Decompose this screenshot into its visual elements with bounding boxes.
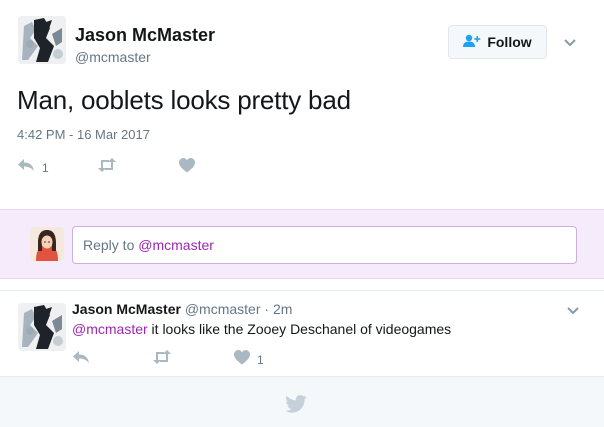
reply-author-handle[interactable]: @mcmaster [185,301,261,317]
reply-header: Jason McMaster @mcmaster · 2m [72,301,292,317]
author-avatar[interactable] [18,16,66,64]
reply-author-avatar[interactable] [18,303,66,351]
reply-separator: · [260,301,273,317]
reply-reply-button[interactable] [72,350,97,369]
reply-composer: Reply to @mcmaster [0,209,604,279]
chevron-down-icon[interactable] [563,35,577,53]
reply-tweet[interactable]: Jason McMaster @mcmaster · 2m @mcmaster … [0,290,604,377]
reply-icon [72,350,90,369]
reply-retweet-button[interactable] [152,350,179,369]
reply-icon [17,158,35,177]
reply-placeholder-mention: @mcmaster [138,237,214,253]
reply-mention-link[interactable]: @mcmaster [72,321,148,337]
reply-body: it looks like the Zooey Deschanel of vid… [147,321,452,337]
conversation-footer [0,376,604,427]
follow-label: Follow [487,34,532,50]
reply-like-count: 1 [257,353,264,367]
twitter-bird-icon [285,395,307,418]
reply-author-name[interactable]: Jason McMaster [72,301,181,317]
reply-button[interactable]: 1 [17,158,49,177]
user-avatar[interactable] [30,227,64,261]
author-name[interactable]: Jason McMaster [75,25,215,46]
reply-time[interactable]: 2m [273,301,292,317]
retweet-icon [97,158,117,177]
like-button[interactable] [179,158,202,178]
heart-icon [234,350,250,370]
author-handle[interactable]: @mcmaster [75,49,151,65]
main-tweet: Jason McMaster @mcmaster Follow Man, oob… [0,0,604,209]
heart-icon [179,158,195,178]
reply-input[interactable]: Reply to @mcmaster [72,226,577,264]
reply-text: @mcmaster it looks like the Zooey Descha… [72,321,451,337]
tweet-text: Man, ooblets looks pretty bad [17,85,351,115]
reply-count: 1 [42,160,49,175]
reply-placeholder-prefix: Reply to [83,237,139,253]
tweet-timestamp[interactable]: 4:42 PM - 16 Mar 2017 [17,127,150,142]
follow-button[interactable]: Follow [448,25,547,59]
chevron-down-icon[interactable] [566,303,580,321]
reply-like-button[interactable]: 1 [234,350,264,370]
add-user-icon [463,34,487,51]
retweet-button[interactable] [97,158,124,177]
retweet-icon [152,350,172,369]
